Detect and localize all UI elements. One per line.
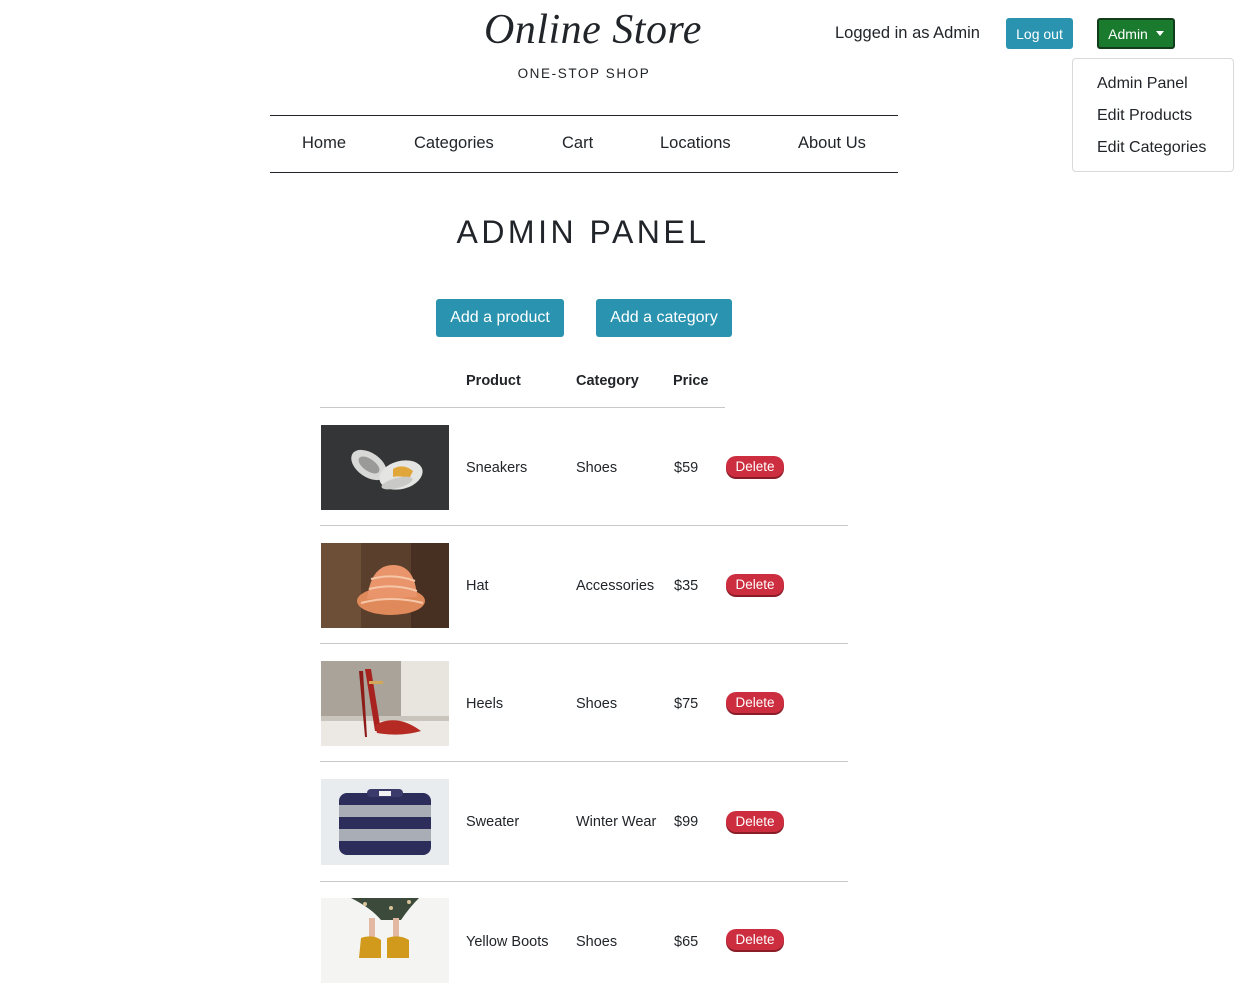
delete-button[interactable]: Delete [726,456,784,477]
admin-menu-label: Admin [1108,25,1148,42]
page-title: ADMIN PANEL [456,214,710,250]
admin-dropdown-menu: Admin Panel Edit Products Edit Categorie… [1072,58,1234,172]
product-price: $65 [674,934,699,950]
product-category: Shoes [576,696,618,712]
product-category: Shoes [576,934,618,950]
delete-button[interactable]: Delete [726,574,784,595]
table-row: Sweater Winter Wear $99 Delete [320,762,848,882]
product-name: Heels [466,696,504,712]
table-row: Yellow Boots Shoes $65 Delete [320,882,848,1000]
product-name: Yellow Boots [466,934,549,950]
product-price: $59 [674,460,699,476]
admin-menu-button[interactable]: Admin [1097,18,1175,49]
column-header-price: Price [673,373,709,389]
product-name: Sneakers [466,460,528,476]
add-category-button[interactable]: Add a category [596,299,732,337]
table-row: Hat Accessories $35 Delete [320,526,848,644]
delete-button[interactable]: Delete [726,929,784,950]
dropdown-item-edit-products[interactable]: Edit Products [1073,103,1233,135]
nav-item-home[interactable]: Home [302,134,346,153]
product-image-sweater [321,779,449,865]
product-image-heels [321,661,449,746]
dropdown-item-admin-panel[interactable]: Admin Panel [1073,71,1233,103]
product-category: Shoes [576,460,618,476]
table-row: Sneakers Shoes $59 Delete [320,408,848,526]
product-price: $35 [674,578,699,594]
nav-item-cart[interactable]: Cart [562,134,593,153]
product-category: Accessories [576,578,655,594]
product-price: $75 [674,696,699,712]
product-image-sneakers [321,425,449,510]
nav-item-locations[interactable]: Locations [660,134,731,153]
site-title: Online Store [484,7,702,53]
table-row: Heels Shoes $75 Delete [320,644,848,762]
site-subtitle: ONE-STOP SHOP [517,66,651,81]
delete-button[interactable]: Delete [726,811,784,832]
chevron-down-icon [1155,31,1164,36]
delete-button[interactable]: Delete [726,692,784,713]
product-image-hat [321,543,449,628]
column-header-product: Product [466,373,521,389]
main-nav: Home Categories Cart Locations About Us [270,115,898,173]
product-image-yellow-boots [321,898,449,983]
add-product-button[interactable]: Add a product [436,299,564,337]
product-name: Sweater [466,814,520,830]
product-name: Hat [466,578,489,594]
product-price: $99 [674,814,699,830]
dropdown-item-edit-categories[interactable]: Edit Categories [1073,135,1233,167]
nav-item-categories[interactable]: Categories [414,134,494,153]
product-category: Winter Wear [576,814,657,830]
logged-in-status: Logged in as Admin [835,24,980,42]
column-header-category: Category [576,373,639,389]
nav-item-about-us[interactable]: About Us [798,134,866,153]
logout-button[interactable]: Log out [1006,18,1073,49]
